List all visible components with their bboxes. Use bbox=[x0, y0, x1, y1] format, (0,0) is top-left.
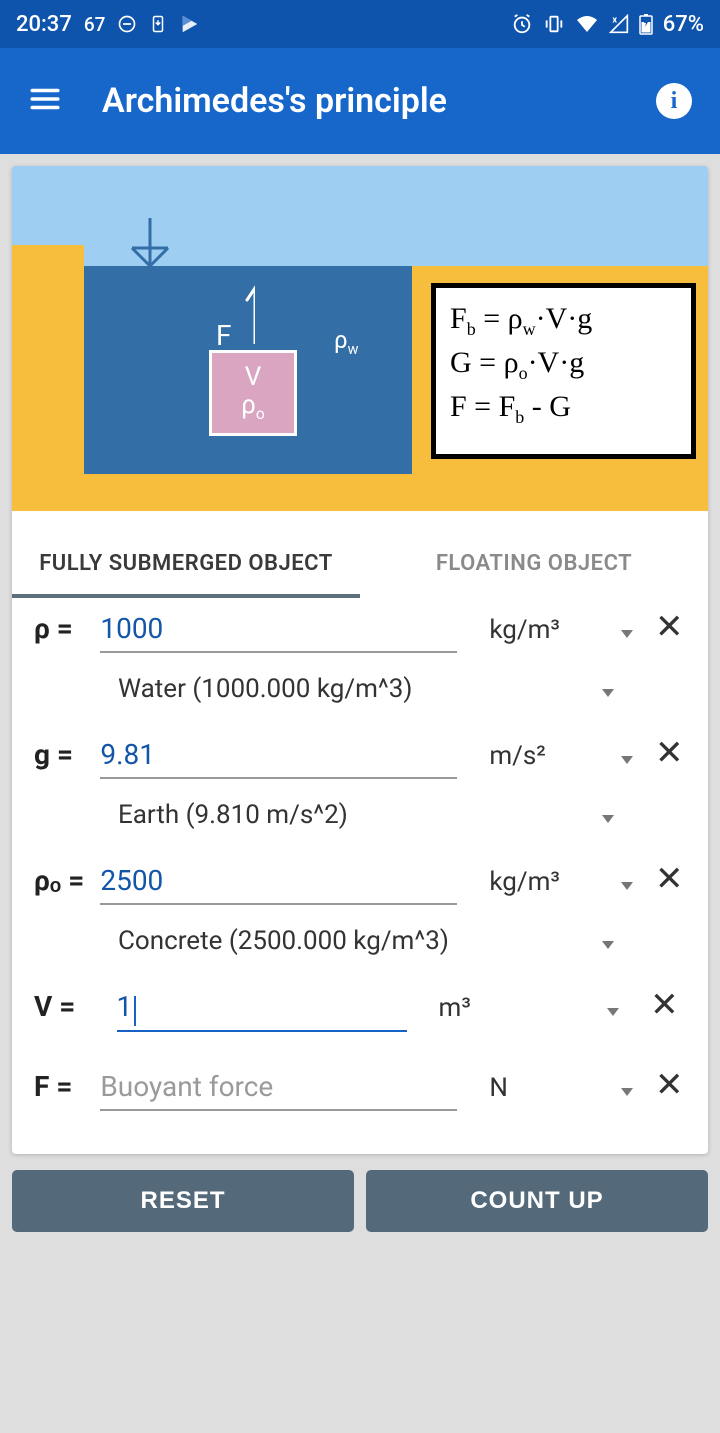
tab-bar: FULLY SUBMERGED OBJECT FLOATING OBJECT bbox=[12, 511, 708, 598]
label-volume: V = bbox=[34, 990, 107, 1023]
input-g[interactable] bbox=[100, 734, 457, 779]
force-label: F bbox=[216, 319, 231, 352]
formula-box: Fb = ρw·V·g G = ρo·V·g F = Fb - G bbox=[431, 283, 696, 459]
label-g: g = bbox=[34, 738, 90, 771]
alarm-icon bbox=[511, 13, 533, 35]
status-icon-1 bbox=[117, 14, 137, 34]
status-temp: 67 bbox=[84, 13, 106, 36]
unit-rho[interactable]: kg/m³ bbox=[467, 615, 602, 645]
page-title: Archimedes's principle bbox=[102, 81, 447, 121]
reset-button[interactable]: RESET bbox=[12, 1170, 354, 1232]
clear-force[interactable]: ✕ bbox=[652, 1068, 686, 1102]
cube-density-label: ρo bbox=[241, 391, 265, 423]
input-rho[interactable] bbox=[100, 608, 457, 653]
unit-force[interactable]: N bbox=[467, 1073, 602, 1103]
rho-water-label: ρw bbox=[334, 326, 358, 358]
battery-icon bbox=[639, 13, 653, 35]
waterline-marker-icon bbox=[122, 218, 182, 278]
buoyancy-diagram: F ρw V ρo Fb = ρw·V·g G = ρo·V·g F = Fb … bbox=[12, 166, 708, 511]
main-card: F ρw V ρo Fb = ρw·V·g G = ρo·V·g F = Fb … bbox=[12, 166, 708, 1154]
vibrate-icon bbox=[543, 13, 565, 35]
input-volume[interactable]: 1 bbox=[117, 986, 407, 1032]
unit-rho-dropdown[interactable] bbox=[612, 630, 642, 638]
unit-volume-dropdown[interactable] bbox=[594, 1008, 633, 1016]
status-bar: 20:37 67 x 67% bbox=[0, 0, 720, 48]
info-icon[interactable]: i bbox=[656, 83, 692, 119]
unit-g[interactable]: m/s² bbox=[467, 741, 602, 771]
app-bar: Archimedes's principle i bbox=[0, 48, 720, 154]
calculator-form: ρ = kg/m³ ✕ Water (1000.000 kg/m^3) g = … bbox=[12, 598, 708, 1154]
clear-volume[interactable]: ✕ bbox=[643, 988, 686, 1022]
preset-rho-dropdown[interactable] bbox=[588, 689, 628, 697]
status-time: 20:37 bbox=[16, 12, 72, 37]
unit-force-dropdown[interactable] bbox=[612, 1088, 642, 1096]
battery-percent: 67% bbox=[663, 12, 704, 37]
svg-text:x: x bbox=[612, 15, 617, 25]
unit-g-dropdown[interactable] bbox=[612, 756, 642, 764]
label-force: F = bbox=[34, 1070, 90, 1103]
menu-icon[interactable] bbox=[28, 82, 62, 120]
preset-rho-o[interactable]: Concrete (2500.000 kg/m^3) bbox=[118, 924, 578, 962]
tab-floating[interactable]: FLOATING OBJECT bbox=[360, 533, 708, 598]
clear-g[interactable]: ✕ bbox=[652, 736, 686, 770]
clear-rho[interactable]: ✕ bbox=[652, 610, 686, 644]
label-rho-o: ρₒ = bbox=[34, 864, 90, 897]
force-arrow-icon bbox=[245, 284, 255, 344]
play-icon bbox=[179, 13, 201, 35]
label-rho: ρ = bbox=[34, 612, 90, 645]
input-rho-o[interactable] bbox=[100, 860, 457, 905]
cube-volume-label: V bbox=[245, 363, 262, 392]
download-icon bbox=[149, 15, 167, 33]
clear-rho-o[interactable]: ✕ bbox=[652, 862, 686, 896]
tab-submerged[interactable]: FULLY SUBMERGED OBJECT bbox=[12, 533, 360, 598]
preset-g-dropdown[interactable] bbox=[588, 815, 628, 823]
signal-icon: x bbox=[609, 14, 629, 34]
count-up-button[interactable]: COUNT UP bbox=[366, 1170, 708, 1232]
unit-rho-o[interactable]: kg/m³ bbox=[467, 867, 602, 897]
preset-rho-o-dropdown[interactable] bbox=[588, 941, 628, 949]
preset-rho[interactable]: Water (1000.000 kg/m^3) bbox=[118, 672, 578, 710]
object-cube: V ρo bbox=[209, 350, 297, 436]
input-force[interactable] bbox=[100, 1066, 457, 1111]
wifi-icon bbox=[575, 14, 599, 34]
preset-g[interactable]: Earth (9.810 m/s^2) bbox=[118, 798, 578, 836]
unit-rho-o-dropdown[interactable] bbox=[612, 882, 642, 890]
unit-volume[interactable]: m³ bbox=[417, 993, 584, 1023]
